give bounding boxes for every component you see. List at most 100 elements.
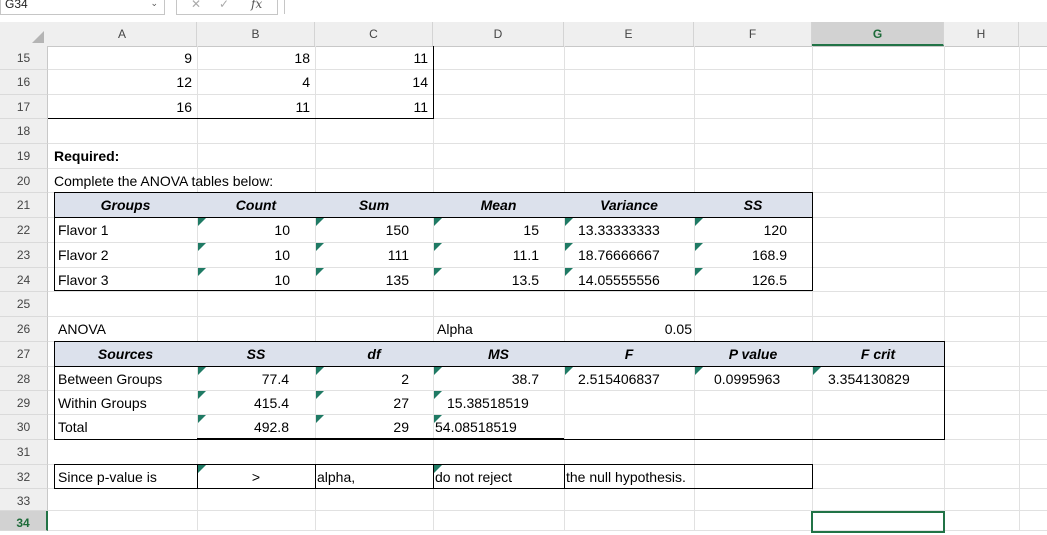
column-header-e[interactable]: E bbox=[564, 22, 694, 46]
comment-indicator-icon[interactable] bbox=[565, 268, 573, 276]
comment-indicator-icon[interactable] bbox=[434, 268, 442, 276]
comment-indicator-icon[interactable] bbox=[695, 367, 703, 375]
select-all-corner[interactable] bbox=[0, 22, 48, 46]
anova-df-between[interactable]: 2 bbox=[315, 367, 433, 391]
comment-indicator-icon[interactable] bbox=[198, 367, 206, 375]
anova-ms-between[interactable]: 38.7 bbox=[433, 367, 564, 391]
row-header-26[interactable]: 26 bbox=[0, 317, 48, 342]
row-header-21[interactable]: 21 bbox=[0, 193, 48, 218]
conclusion-text-3[interactable]: the null hypothesis. bbox=[564, 465, 812, 489]
anova-ss-between[interactable]: 77.4 bbox=[197, 367, 315, 391]
row-header-19[interactable]: 19 bbox=[0, 144, 48, 169]
anova-ms-total[interactable]: 54.08518519 bbox=[433, 415, 564, 439]
row-header-29[interactable]: 29 bbox=[0, 391, 48, 415]
cancel-icon[interactable]: ✕ bbox=[191, 0, 201, 11]
conclusion-text-1[interactable]: Since p-value is bbox=[54, 465, 197, 489]
comment-indicator-icon[interactable] bbox=[198, 391, 206, 399]
anova-source-total[interactable]: Total bbox=[54, 415, 197, 439]
cell-c15[interactable]: 11 bbox=[315, 46, 433, 70]
summary-sum-3[interactable]: 135 bbox=[315, 268, 433, 292]
summary-ss-3[interactable]: 126.5 bbox=[694, 268, 812, 292]
cell-a16[interactable]: 12 bbox=[48, 70, 197, 94]
comment-indicator-icon[interactable] bbox=[316, 218, 324, 226]
comment-indicator-icon[interactable] bbox=[695, 243, 703, 251]
column-header-a[interactable]: A bbox=[48, 22, 197, 46]
comment-indicator-icon[interactable] bbox=[198, 218, 206, 226]
comment-indicator-icon[interactable] bbox=[316, 367, 324, 375]
anova-f-crit[interactable]: 3.354130829 bbox=[812, 367, 944, 391]
alpha-value[interactable]: 0.05 bbox=[564, 317, 694, 341]
row-header-33[interactable]: 33 bbox=[0, 489, 48, 511]
summary-variance-2[interactable]: 18.76666667 bbox=[564, 243, 694, 267]
insert-function-icon[interactable]: fx bbox=[251, 0, 262, 11]
comment-indicator-icon[interactable] bbox=[565, 218, 573, 226]
comment-indicator-icon[interactable] bbox=[198, 465, 206, 473]
summary-count-1[interactable]: 10 bbox=[197, 218, 315, 242]
cell-a15[interactable]: 9 bbox=[48, 46, 197, 70]
comment-indicator-icon[interactable] bbox=[565, 243, 573, 251]
summary-count-2[interactable]: 10 bbox=[197, 243, 315, 267]
comment-indicator-icon[interactable] bbox=[316, 415, 324, 423]
summary-ss-1[interactable]: 120 bbox=[694, 218, 812, 242]
comment-indicator-icon[interactable] bbox=[434, 243, 442, 251]
comment-indicator-icon[interactable] bbox=[813, 367, 821, 375]
comment-indicator-icon[interactable] bbox=[434, 367, 442, 375]
row-header-16[interactable]: 16 bbox=[0, 70, 48, 95]
summary-mean-3[interactable]: 13.5 bbox=[433, 268, 564, 292]
instruction-text[interactable]: Complete the ANOVA tables below: bbox=[54, 169, 354, 193]
summary-mean-2[interactable]: 11.1 bbox=[433, 243, 564, 267]
anova-f-between[interactable]: 2.515406837 bbox=[564, 367, 694, 391]
anova-ss-total[interactable]: 492.8 bbox=[197, 415, 315, 439]
anova-df-total[interactable]: 29 bbox=[315, 415, 433, 439]
column-header-d[interactable]: D bbox=[433, 22, 564, 46]
cell-c17[interactable]: 11 bbox=[315, 95, 433, 119]
anova-header-p-value[interactable]: P value bbox=[694, 342, 812, 366]
comment-indicator-icon[interactable] bbox=[434, 465, 442, 473]
summary-header-count[interactable]: Count bbox=[197, 193, 315, 217]
conclusion-text-2[interactable]: alpha, bbox=[315, 465, 433, 489]
summary-header-variance[interactable]: Variance bbox=[564, 193, 694, 217]
enter-icon[interactable]: ✓ bbox=[219, 0, 229, 11]
summary-ss-2[interactable]: 168.9 bbox=[694, 243, 812, 267]
comment-indicator-icon[interactable] bbox=[316, 391, 324, 399]
comment-indicator-icon[interactable] bbox=[434, 391, 442, 399]
selected-cell-g34[interactable] bbox=[811, 511, 945, 533]
anova-header-df[interactable]: df bbox=[315, 342, 433, 366]
anova-label[interactable]: ANOVA bbox=[54, 317, 197, 341]
cell-b15[interactable]: 18 bbox=[197, 46, 315, 70]
comment-indicator-icon[interactable] bbox=[316, 243, 324, 251]
column-header-c[interactable]: C bbox=[315, 22, 433, 46]
formula-input[interactable] bbox=[284, 0, 1047, 14]
row-header-28[interactable]: 28 bbox=[0, 367, 48, 391]
anova-header-sources[interactable]: Sources bbox=[54, 342, 197, 366]
summary-mean-1[interactable]: 15 bbox=[433, 218, 564, 242]
name-box-dropdown-icon[interactable]: ⌄ bbox=[150, 0, 158, 9]
cell-b16[interactable]: 4 bbox=[197, 70, 315, 94]
column-header-h[interactable]: H bbox=[944, 22, 1019, 46]
anova-header-f[interactable]: F bbox=[564, 342, 694, 366]
comment-indicator-icon[interactable] bbox=[565, 367, 573, 375]
column-header-g[interactable]: G bbox=[812, 22, 944, 46]
conclusion-comparison[interactable]: > bbox=[197, 465, 315, 489]
comment-indicator-icon[interactable] bbox=[198, 415, 206, 423]
summary-variance-1[interactable]: 13.33333333 bbox=[564, 218, 694, 242]
comment-indicator-icon[interactable] bbox=[695, 218, 703, 226]
comment-indicator-icon[interactable] bbox=[316, 268, 324, 276]
row-header-17[interactable]: 17 bbox=[0, 95, 48, 119]
row-header-32[interactable]: 32 bbox=[0, 465, 48, 489]
summary-group-3[interactable]: Flavor 3 bbox=[54, 268, 197, 292]
comment-indicator-icon[interactable] bbox=[198, 243, 206, 251]
summary-header-groups[interactable]: Groups bbox=[54, 193, 197, 217]
anova-header-ss[interactable]: SS bbox=[197, 342, 315, 366]
comment-indicator-icon[interactable] bbox=[434, 218, 442, 226]
row-header-22[interactable]: 22 bbox=[0, 218, 48, 243]
name-box[interactable]: G34 ⌄ bbox=[0, 0, 165, 15]
summary-sum-1[interactable]: 150 bbox=[315, 218, 433, 242]
comment-indicator-icon[interactable] bbox=[198, 268, 206, 276]
row-header-15[interactable]: 15 bbox=[0, 46, 48, 70]
column-header-i[interactable] bbox=[1019, 22, 1047, 46]
comment-indicator-icon[interactable] bbox=[695, 268, 703, 276]
summary-header-mean[interactable]: Mean bbox=[433, 193, 564, 217]
row-header-20[interactable]: 20 bbox=[0, 169, 48, 193]
row-header-24[interactable]: 24 bbox=[0, 268, 48, 292]
